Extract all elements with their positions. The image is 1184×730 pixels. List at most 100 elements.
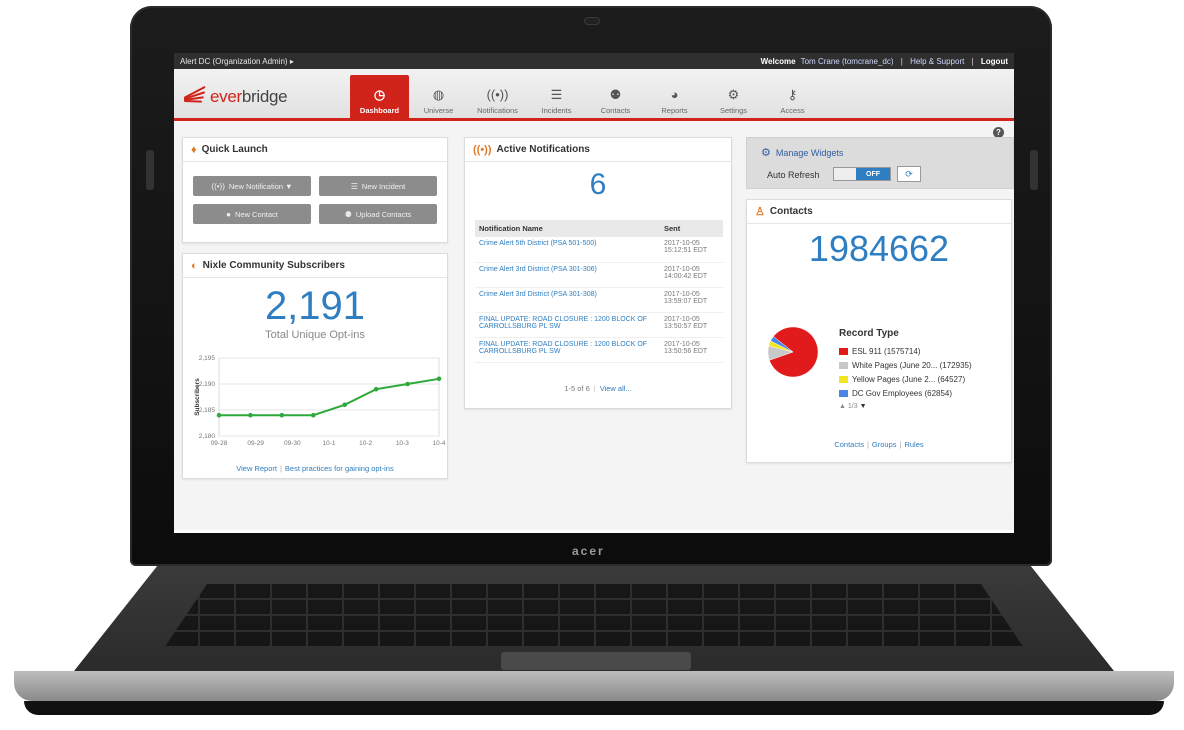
lid-bumper-right <box>1030 150 1038 190</box>
globe-icon: ◍ <box>432 87 445 102</box>
sent-time: 2017-10-05 13:50:57 EDT <box>660 312 723 338</box>
tab-dashboard[interactable]: ◷ Dashboard <box>350 75 409 121</box>
tab-access[interactable]: ⚷ Access <box>763 75 822 121</box>
sent-time: 2017-10-05 14:00:42 EDT <box>660 262 723 288</box>
app-screen: Alert DC (Organization Admin) ▸ Welcome T… <box>174 53 1014 533</box>
upload-contacts-button[interactable]: ⚉ Upload Contacts <box>319 204 437 224</box>
view-report-link[interactable]: View Report <box>236 464 277 473</box>
record-type-legend: Record Type ESL 911 (1575714) White Page… <box>839 328 972 410</box>
rocket-icon: ♦ <box>191 143 197 156</box>
best-practices-link[interactable]: Best practices for gaining opt-ins <box>285 464 394 473</box>
nixle-icon: ◐ <box>191 259 198 272</box>
y-tick-label: 2,190 <box>199 381 216 388</box>
tab-settings[interactable]: ⚙ Settings <box>704 75 763 121</box>
table-row: Crime Alert 3rd District (PSA 301-306) 20… <box>475 262 723 288</box>
new-notification-button[interactable]: ((•)) New Notification ▼ <box>193 176 311 196</box>
user-link[interactable]: Tom Crane (tomcrane_dc) <box>801 57 894 66</box>
legend-swatch <box>839 376 848 383</box>
nixle-count: 2,191 <box>264 284 366 328</box>
broadcast-icon: ((•)) <box>473 143 492 156</box>
arrow-up-icon: ▲ <box>839 403 846 410</box>
notification-link[interactable]: Crime Alert 3rd District (PSA 301-308) <box>475 287 660 313</box>
subscribers-chart: 2,180 2,185 2,190 2,195 09-28 09-29 09-30 10-1 1… <box>189 350 447 460</box>
nixle-title: Nixle Community Subscribers <box>202 260 345 271</box>
manage-widgets-panel: ⚙ Manage Widgets Auto Refresh OFF ⟳ <box>746 137 1014 189</box>
refresh-button[interactable]: ⟳ <box>897 166 921 182</box>
legend-swatch <box>839 390 848 397</box>
y-tick-label: 2,185 <box>199 407 216 414</box>
top-bar: Alert DC (Organization Admin) ▸ Welcome T… <box>174 53 1014 69</box>
gear-icon: ⚙ <box>761 147 771 159</box>
laptop-photo: acer Alert DC (Organization Admin) ▸ Wel… <box>0 0 1184 730</box>
data-point <box>279 412 285 418</box>
table-row: FINAL UPDATE: ROAD CLOSURE : 1200 BLOCK … <box>475 337 723 363</box>
gear-icon: ⚙ <box>727 87 740 102</box>
quick-launch-title: Quick Launch <box>201 144 268 155</box>
laptop-base <box>14 566 1174 720</box>
broadcast-icon: ((•)) <box>486 87 509 102</box>
notification-link[interactable]: Crime Alert 3rd District (PSA 301-306) <box>475 262 660 288</box>
dashboard-icon: ◷ <box>373 87 386 102</box>
org-switcher[interactable]: Alert DC (Organization Admin) ▸ <box>180 57 294 66</box>
everbridge-logo[interactable]: everbridge <box>183 85 288 107</box>
view-all-link[interactable]: View all... <box>600 384 632 393</box>
x-tick-label: 10-4 <box>432 440 445 447</box>
legend-pager[interactable]: ▲ 1/3 ▼ <box>839 403 972 410</box>
help-support-link[interactable]: Help & Support <box>910 57 964 66</box>
legend-item[interactable]: ESL 911 (1575714) <box>839 347 972 356</box>
tab-incidents[interactable]: ☰ Incidents <box>527 75 586 121</box>
data-point <box>405 381 410 387</box>
manage-widgets-link[interactable]: ⚙ Manage Widgets <box>761 146 843 159</box>
contacts-icon: ⚉ <box>344 209 352 219</box>
active-notifications-title: Active Notifications <box>496 144 590 155</box>
table-row: Crime Alert 5th District (PSA 501-500) 20… <box>475 237 723 263</box>
legend-swatch <box>839 362 848 369</box>
legend-item[interactable]: White Pages (June 20... (172935) <box>839 361 972 370</box>
new-contact-button[interactable]: ● New Contact <box>193 204 311 224</box>
notifications-pager: 1-5 of 6 | View all... <box>564 384 632 393</box>
list-icon: ☰ <box>350 181 358 191</box>
data-point <box>436 376 442 382</box>
rules-link[interactable]: Rules <box>904 440 923 449</box>
key-icon: ⚷ <box>787 87 798 102</box>
notification-link[interactable]: FINAL UPDATE: ROAD CLOSURE : 1200 BLOCK … <box>475 337 660 363</box>
person-icon: ● <box>226 209 231 219</box>
notification-link[interactable]: FINAL UPDATE: ROAD CLOSURE : 1200 BLOCK … <box>475 312 660 338</box>
contacts-link[interactable]: Contacts <box>834 440 864 449</box>
webcam <box>585 18 599 24</box>
col-notification-name[interactable]: Notification Name <box>475 220 660 237</box>
legend-swatch <box>839 348 848 355</box>
logout-link[interactable]: Logout <box>981 57 1008 66</box>
new-incident-button[interactable]: ☰ New Incident <box>319 176 437 196</box>
groups-link[interactable]: Groups <box>872 440 897 449</box>
plot-area <box>218 357 440 437</box>
legend-item[interactable]: DC Gov Employees (62854) <box>839 389 972 398</box>
tab-reports[interactable]: ◕ Reports <box>645 75 704 121</box>
data-point <box>216 412 222 418</box>
pie-icon: ◕ <box>670 87 679 102</box>
auto-refresh-label: Auto Refresh <box>767 170 820 180</box>
auto-refresh-toggle[interactable]: OFF <box>833 167 891 181</box>
tab-contacts[interactable]: ⚉ Contacts <box>586 75 645 121</box>
contacts-icon: ⚉ <box>609 87 622 102</box>
sent-time: 2017-10-05 13:59:07 EDT <box>660 287 723 313</box>
x-tick-label: 09-28 <box>211 440 228 447</box>
table-row: FINAL UPDATE: ROAD CLOSURE : 1200 BLOCK … <box>475 312 723 338</box>
notification-link[interactable]: Crime Alert 5th District (PSA 501-500) <box>475 237 660 263</box>
tab-universe[interactable]: ◍ Universe <box>409 75 468 121</box>
x-tick-label: 10-3 <box>396 440 409 447</box>
table-row: Crime Alert 3rd District (PSA 301-308) 20… <box>475 287 723 313</box>
col-sent[interactable]: Sent <box>660 220 723 237</box>
y-tick-label: 2,180 <box>199 433 216 440</box>
quick-launch-panel: ♦ Quick Launch ((•)) New Notification ▼ ☰ N… <box>182 137 448 243</box>
tab-notifications[interactable]: ((•)) Notifications <box>468 75 527 121</box>
arrow-down-icon: ▼ <box>859 403 867 410</box>
active-notifications-count: 6 <box>589 168 607 201</box>
nixle-panel: ◐ Nixle Community Subscribers 2,191 Total… <box>182 253 448 479</box>
broadcast-icon: ((•)) <box>211 181 225 191</box>
legend-item[interactable]: Yellow Pages (June 2... (64527) <box>839 375 972 384</box>
welcome-label: Welcome <box>760 56 796 66</box>
list-icon: ☰ <box>550 87 563 102</box>
nixle-caption: Total Unique Opt-ins <box>265 329 365 341</box>
main-nav: everbridge ◷ Dashboard ◍ Universe ((•)) Not… <box>174 69 1014 121</box>
